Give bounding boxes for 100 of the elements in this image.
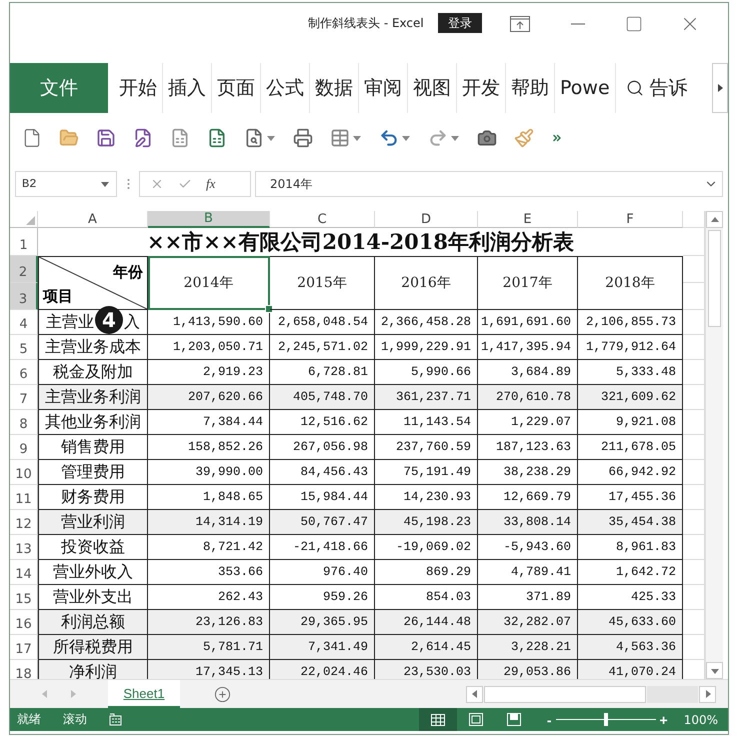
- row-header[interactable]: 4: [10, 310, 38, 335]
- table-cell[interactable]: 33,808.14: [478, 510, 578, 535]
- table-cell[interactable]: 1,417,395.94: [478, 335, 578, 360]
- table-cell[interactable]: 2,106,855.73: [578, 310, 683, 335]
- scroll-left-button[interactable]: [466, 686, 483, 702]
- table-cell[interactable]: 26,144.48: [375, 610, 478, 635]
- row-label-cell[interactable]: 主营业务利润: [38, 385, 148, 410]
- table-cell[interactable]: 371.89: [478, 585, 578, 610]
- row-label-cell[interactable]: 营业利润: [38, 510, 148, 535]
- table-cell[interactable]: 1,691,691.60: [478, 310, 578, 335]
- table-cell[interactable]: 17,345.13: [148, 660, 270, 679]
- table-cell[interactable]: 66,942.92: [578, 460, 683, 485]
- table-cell[interactable]: 38,238.29: [478, 460, 578, 485]
- table-cell[interactable]: 12,516.62: [270, 410, 375, 435]
- row-header[interactable]: 3: [10, 283, 38, 310]
- table-cell[interactable]: 5,333.48: [578, 360, 683, 385]
- insert-function-button[interactable]: fx: [206, 176, 216, 192]
- row-header[interactable]: 17: [10, 635, 38, 660]
- table-cell[interactable]: 1,999,229.91: [375, 335, 478, 360]
- row-label-cell[interactable]: 财务费用: [38, 485, 148, 510]
- row-header[interactable]: 11: [10, 485, 38, 510]
- table-cell[interactable]: 270,610.78: [478, 385, 578, 410]
- row-label-cell[interactable]: 管理费用: [38, 460, 148, 485]
- row-header[interactable]: 13: [10, 535, 38, 560]
- spreadsheet-button[interactable]: [170, 128, 190, 148]
- row-header[interactable]: 16: [10, 610, 38, 635]
- fill-handle[interactable]: [265, 305, 273, 313]
- column-header[interactable]: E: [478, 211, 578, 228]
- table-cell[interactable]: 211,678.05: [578, 435, 683, 460]
- row-label-cell[interactable]: 销售费用: [38, 435, 148, 460]
- previous-sheet-button[interactable]: [40, 689, 50, 699]
- table-cell[interactable]: 22,024.46: [270, 660, 375, 679]
- login-button[interactable]: 登录: [438, 13, 482, 33]
- zoom-out-button[interactable]: -: [542, 712, 556, 728]
- table-cell[interactable]: 854.03: [375, 585, 478, 610]
- table-cell[interactable]: -19,069.02: [375, 535, 478, 560]
- table-cell[interactable]: 2,366,458.28: [375, 310, 478, 335]
- table-cell[interactable]: 187,123.63: [478, 435, 578, 460]
- table-cell[interactable]: 869.29: [375, 560, 478, 585]
- zoom-in-button[interactable]: +: [656, 712, 672, 728]
- table-cell[interactable]: 35,454.38: [578, 510, 683, 535]
- table-cell[interactable]: 1,413,590.60: [148, 310, 270, 335]
- next-sheet-button[interactable]: [68, 689, 78, 699]
- table-cell[interactable]: 14,314.19: [148, 510, 270, 535]
- table-cell[interactable]: 7,384.44: [148, 410, 270, 435]
- column-header[interactable]: A: [38, 211, 148, 228]
- table-cell[interactable]: 5,990.66: [375, 360, 478, 385]
- row-header[interactable]: 10: [10, 460, 38, 485]
- table-cell[interactable]: 39,990.00: [148, 460, 270, 485]
- table-cell[interactable]: 17,455.36: [578, 485, 683, 510]
- table-cell[interactable]: 2,919.23: [148, 360, 270, 385]
- table-cell[interactable]: 3,228.21: [478, 635, 578, 660]
- pen-file-button[interactable]: [133, 128, 153, 148]
- table-cell[interactable]: 9,921.08: [578, 410, 683, 435]
- table-cell[interactable]: 5,781.71: [148, 635, 270, 660]
- table-cell[interactable]: 14,230.93: [375, 485, 478, 510]
- table-cell[interactable]: 267,056.98: [270, 435, 375, 460]
- printer-button[interactable]: [293, 128, 313, 148]
- row-label-cell[interactable]: 营业外收入: [38, 560, 148, 585]
- table-cell[interactable]: 361,237.71: [375, 385, 478, 410]
- view-button[interactable]: [418, 708, 457, 731]
- scrollbar-thumb[interactable]: [708, 230, 721, 327]
- table-cell[interactable]: 262.43: [148, 585, 270, 610]
- scroll-up-button[interactable]: [706, 211, 723, 228]
- row-header[interactable]: 8: [10, 410, 38, 435]
- row-label-cell[interactable]: 净利润: [38, 660, 148, 679]
- table-cell[interactable]: 237,760.59: [375, 435, 478, 460]
- row-header[interactable]: 15: [10, 585, 38, 610]
- file-tab[interactable]: 文件: [10, 63, 108, 113]
- scroll-tabs-button[interactable]: [712, 63, 728, 113]
- row-header[interactable]: 6: [10, 360, 38, 385]
- cancel-icon[interactable]: [150, 177, 164, 191]
- table-cell[interactable]: 7,341.49: [270, 635, 375, 660]
- row-header[interactable]: 7: [10, 385, 38, 410]
- table-cell[interactable]: 353.66: [148, 560, 270, 585]
- table-cell[interactable]: 1,229.07: [478, 410, 578, 435]
- table-cell[interactable]: 2,614.45: [375, 635, 478, 660]
- table-cell[interactable]: 405,748.70: [270, 385, 375, 410]
- row-label-cell[interactable]: 所得税费用: [38, 635, 148, 660]
- table-cell[interactable]: 1,848.65: [148, 485, 270, 510]
- new-file-button[interactable]: [22, 128, 42, 148]
- table-cell[interactable]: 425.33: [578, 585, 683, 610]
- spreadsheet-button[interactable]: [207, 128, 227, 148]
- table-cell[interactable]: 32,282.07: [478, 610, 578, 635]
- table-cell[interactable]: 45,198.23: [375, 510, 478, 535]
- column-header[interactable]: F: [578, 211, 683, 228]
- table-cell[interactable]: 45,633.60: [578, 610, 683, 635]
- brush-button[interactable]: [514, 128, 534, 148]
- scrollbar-thumb[interactable]: [484, 686, 646, 702]
- row-label-cell[interactable]: 营业外支出: [38, 585, 148, 610]
- table-cell[interactable]: 23,530.03: [375, 660, 478, 679]
- row-header[interactable]: 14: [10, 560, 38, 585]
- table-cell[interactable]: 1,642.72: [578, 560, 683, 585]
- row-label-cell[interactable]: 投资收益: [38, 535, 148, 560]
- formula-field[interactable]: 2014年: [255, 171, 723, 197]
- table-cell[interactable]: 6,728.81: [270, 360, 375, 385]
- row-header[interactable]: 1: [10, 228, 38, 256]
- magnifier-file-button[interactable]: [244, 128, 276, 148]
- row-label-cell[interactable]: 其他业务利润: [38, 410, 148, 435]
- table-cell[interactable]: 8,961.83: [578, 535, 683, 560]
